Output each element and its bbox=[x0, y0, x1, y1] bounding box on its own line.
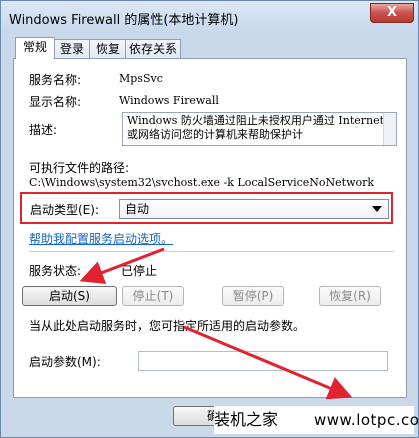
watermark-text: 装机之家 bbox=[214, 410, 279, 429]
annotation-arrows bbox=[79, 247, 353, 399]
tab-recovery[interactable]: 恢复 bbox=[89, 39, 127, 58]
tab-logon[interactable]: 登录 bbox=[53, 39, 91, 58]
properties-dialog: Windows Firewall 的属性(本地计算机) X 常规 登录 恢复 依… bbox=[0, 0, 419, 438]
watermark-site: www.lotpc.com bbox=[314, 411, 419, 429]
tab-dependencies[interactable]: 依存关系 bbox=[125, 39, 181, 58]
arrow-to-ok-button bbox=[183, 325, 353, 399]
arrow-to-start-button bbox=[79, 247, 165, 284]
window-title: Windows Firewall 的属性(本地计算机) bbox=[9, 13, 239, 28]
tab-general[interactable]: 常规 bbox=[15, 37, 55, 59]
watermark: 装机之家 www.lotpc.com bbox=[214, 406, 419, 434]
title-bar: Windows Firewall 的属性(本地计算机) X bbox=[1, 1, 418, 33]
general-panel: 服务名称: MpsSvc 显示名称: Windows Firewall 描述: … bbox=[13, 58, 407, 399]
close-button[interactable]: X bbox=[370, 3, 414, 23]
